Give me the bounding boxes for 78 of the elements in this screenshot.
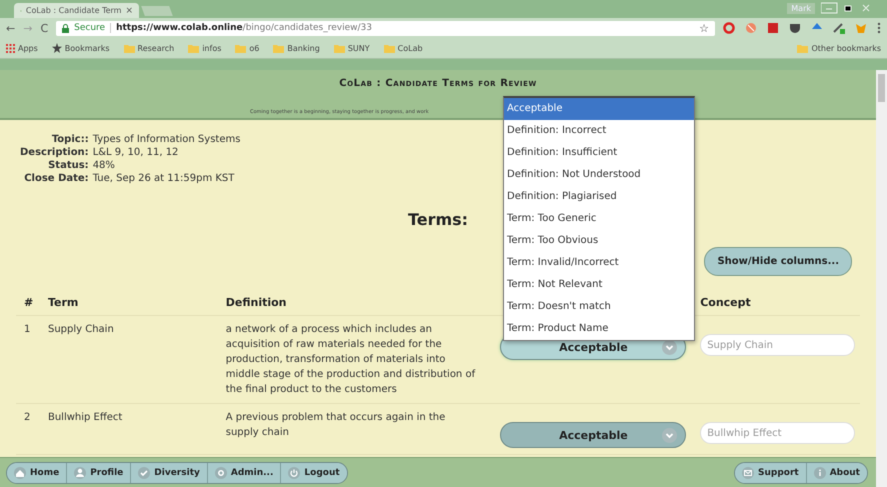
column-header: Concept bbox=[700, 296, 752, 309]
info-value: L&L 9, 10, 11, 12 bbox=[92, 147, 180, 158]
info-label: Description: bbox=[20, 147, 89, 158]
concept-field[interactable]: Bullwhip Effect bbox=[700, 422, 856, 444]
reload-icon[interactable]: C bbox=[40, 22, 48, 34]
bookmark-link[interactable]: o6 bbox=[249, 44, 260, 52]
table-cell-text: a network of a process which includes an acquisition of raw materials needed for the production, transformation of materials into middle stage of the production and distribution of the final product to the customers bbox=[226, 323, 476, 397]
table-cell-text: Supply Chain bbox=[48, 323, 115, 337]
lock-icon bbox=[62, 24, 70, 32]
url-text: https://www.colab.online/bingo/candidates_review/33 bbox=[116, 23, 373, 33]
dropdown-option[interactable]: Acceptable bbox=[504, 98, 694, 120]
info-label: Topic:: bbox=[50, 134, 89, 145]
table-cell-text: 1 bbox=[23, 323, 32, 337]
folder-icon bbox=[124, 44, 134, 52]
table-cell-text: A previous problem that occurs again in the supply chain bbox=[226, 411, 446, 440]
table-cell-text: 2 bbox=[23, 411, 32, 425]
dropdown-option[interactable]: Term: Too Obvious bbox=[504, 230, 694, 252]
shield-icon[interactable] bbox=[789, 22, 801, 34]
info-value: 48% bbox=[92, 160, 116, 171]
gear-icon bbox=[214, 466, 227, 478]
close-tab-button[interactable]: × bbox=[125, 6, 133, 16]
puzzle-icon[interactable] bbox=[833, 22, 845, 34]
bookmark-link[interactable]: infos bbox=[202, 44, 222, 52]
folder-icon bbox=[334, 44, 345, 52]
dropdown-option[interactable]: Definition: Plagiarised bbox=[504, 186, 694, 208]
bookmark-star-icon[interactable]: ☆ bbox=[699, 22, 709, 34]
folder-icon bbox=[797, 44, 808, 52]
mail-icon bbox=[742, 466, 754, 478]
info-value: Tue, Sep 26 at 11:59pm KST bbox=[92, 173, 236, 184]
folder-icon bbox=[384, 44, 395, 52]
power-icon bbox=[288, 466, 300, 478]
dropdown-option[interactable]: Definition: Incorrect bbox=[504, 120, 694, 142]
opera-icon[interactable] bbox=[723, 22, 735, 34]
apps-icon bbox=[6, 44, 15, 52]
secure-label: Secure bbox=[74, 23, 106, 33]
chevron-down-icon bbox=[662, 428, 678, 443]
concept-field[interactable]: Supply Chain bbox=[700, 334, 856, 356]
show-hide-columns-button[interactable]: Show/Hide columns... bbox=[704, 247, 852, 276]
tab-title: CoLab : Candidate Term bbox=[26, 6, 122, 15]
dropdown-option[interactable]: Definition: Insufficient bbox=[504, 142, 694, 164]
person-icon bbox=[74, 466, 86, 478]
check-icon bbox=[138, 466, 150, 478]
dropdown-option[interactable]: Term: Invalid/Incorrect bbox=[504, 252, 694, 274]
nav-button[interactable]: Home bbox=[7, 462, 68, 482]
column-header: # bbox=[23, 296, 34, 309]
bookmark-link[interactable]: SUNY bbox=[348, 44, 370, 52]
column-header: Term bbox=[48, 296, 80, 309]
home-icon bbox=[14, 466, 26, 478]
evaluation-select[interactable]: Acceptable bbox=[500, 422, 686, 448]
folder-icon bbox=[273, 44, 284, 52]
browser-tab[interactable]: CoLab : Candidate Term × bbox=[14, 3, 139, 18]
nav-button[interactable]: Support bbox=[734, 462, 807, 482]
bookmark-link[interactable]: Research bbox=[138, 44, 174, 52]
info-value: Types of Information Systems bbox=[92, 134, 242, 145]
bookmark-link[interactable]: Bookmarks bbox=[64, 44, 110, 52]
dropdown-option[interactable]: Term: Not Relevant bbox=[504, 274, 694, 296]
section-heading: Terms: bbox=[408, 210, 468, 229]
bookmark-link[interactable]: Other bookmarks bbox=[811, 44, 881, 52]
dropdown-option[interactable]: Definition: Not Understood bbox=[504, 164, 694, 186]
dropdown-option[interactable]: Term: Too Generic bbox=[504, 208, 694, 230]
bookmark-link[interactable]: Banking bbox=[287, 44, 320, 52]
page-title: CoLab : Candidate Terms for Review bbox=[339, 78, 537, 89]
dropdown-option[interactable]: Term: Doesn't match bbox=[504, 296, 694, 318]
address-bar[interactable]: Secure https://www.colab.online/bingo/candidates_review/33 ☆ bbox=[56, 20, 715, 36]
table-cell-text: Bullwhip Effect bbox=[48, 411, 124, 425]
info-label: Status: bbox=[47, 160, 89, 171]
bookmark-link[interactable]: Apps bbox=[18, 44, 38, 52]
scrollbar[interactable] bbox=[876, 70, 887, 487]
column-header: Definition bbox=[226, 296, 288, 309]
info-label: Close Date: bbox=[23, 173, 89, 184]
folder-icon bbox=[188, 44, 200, 52]
back-icon[interactable]: ← bbox=[6, 22, 16, 34]
info-icon bbox=[814, 466, 826, 478]
extension-icon[interactable] bbox=[767, 22, 779, 34]
menu-icon[interactable] bbox=[877, 22, 881, 34]
folder-icon bbox=[235, 44, 246, 52]
blocked-icon[interactable] bbox=[745, 22, 757, 34]
bookmark-link[interactable]: CoLab bbox=[398, 44, 423, 52]
